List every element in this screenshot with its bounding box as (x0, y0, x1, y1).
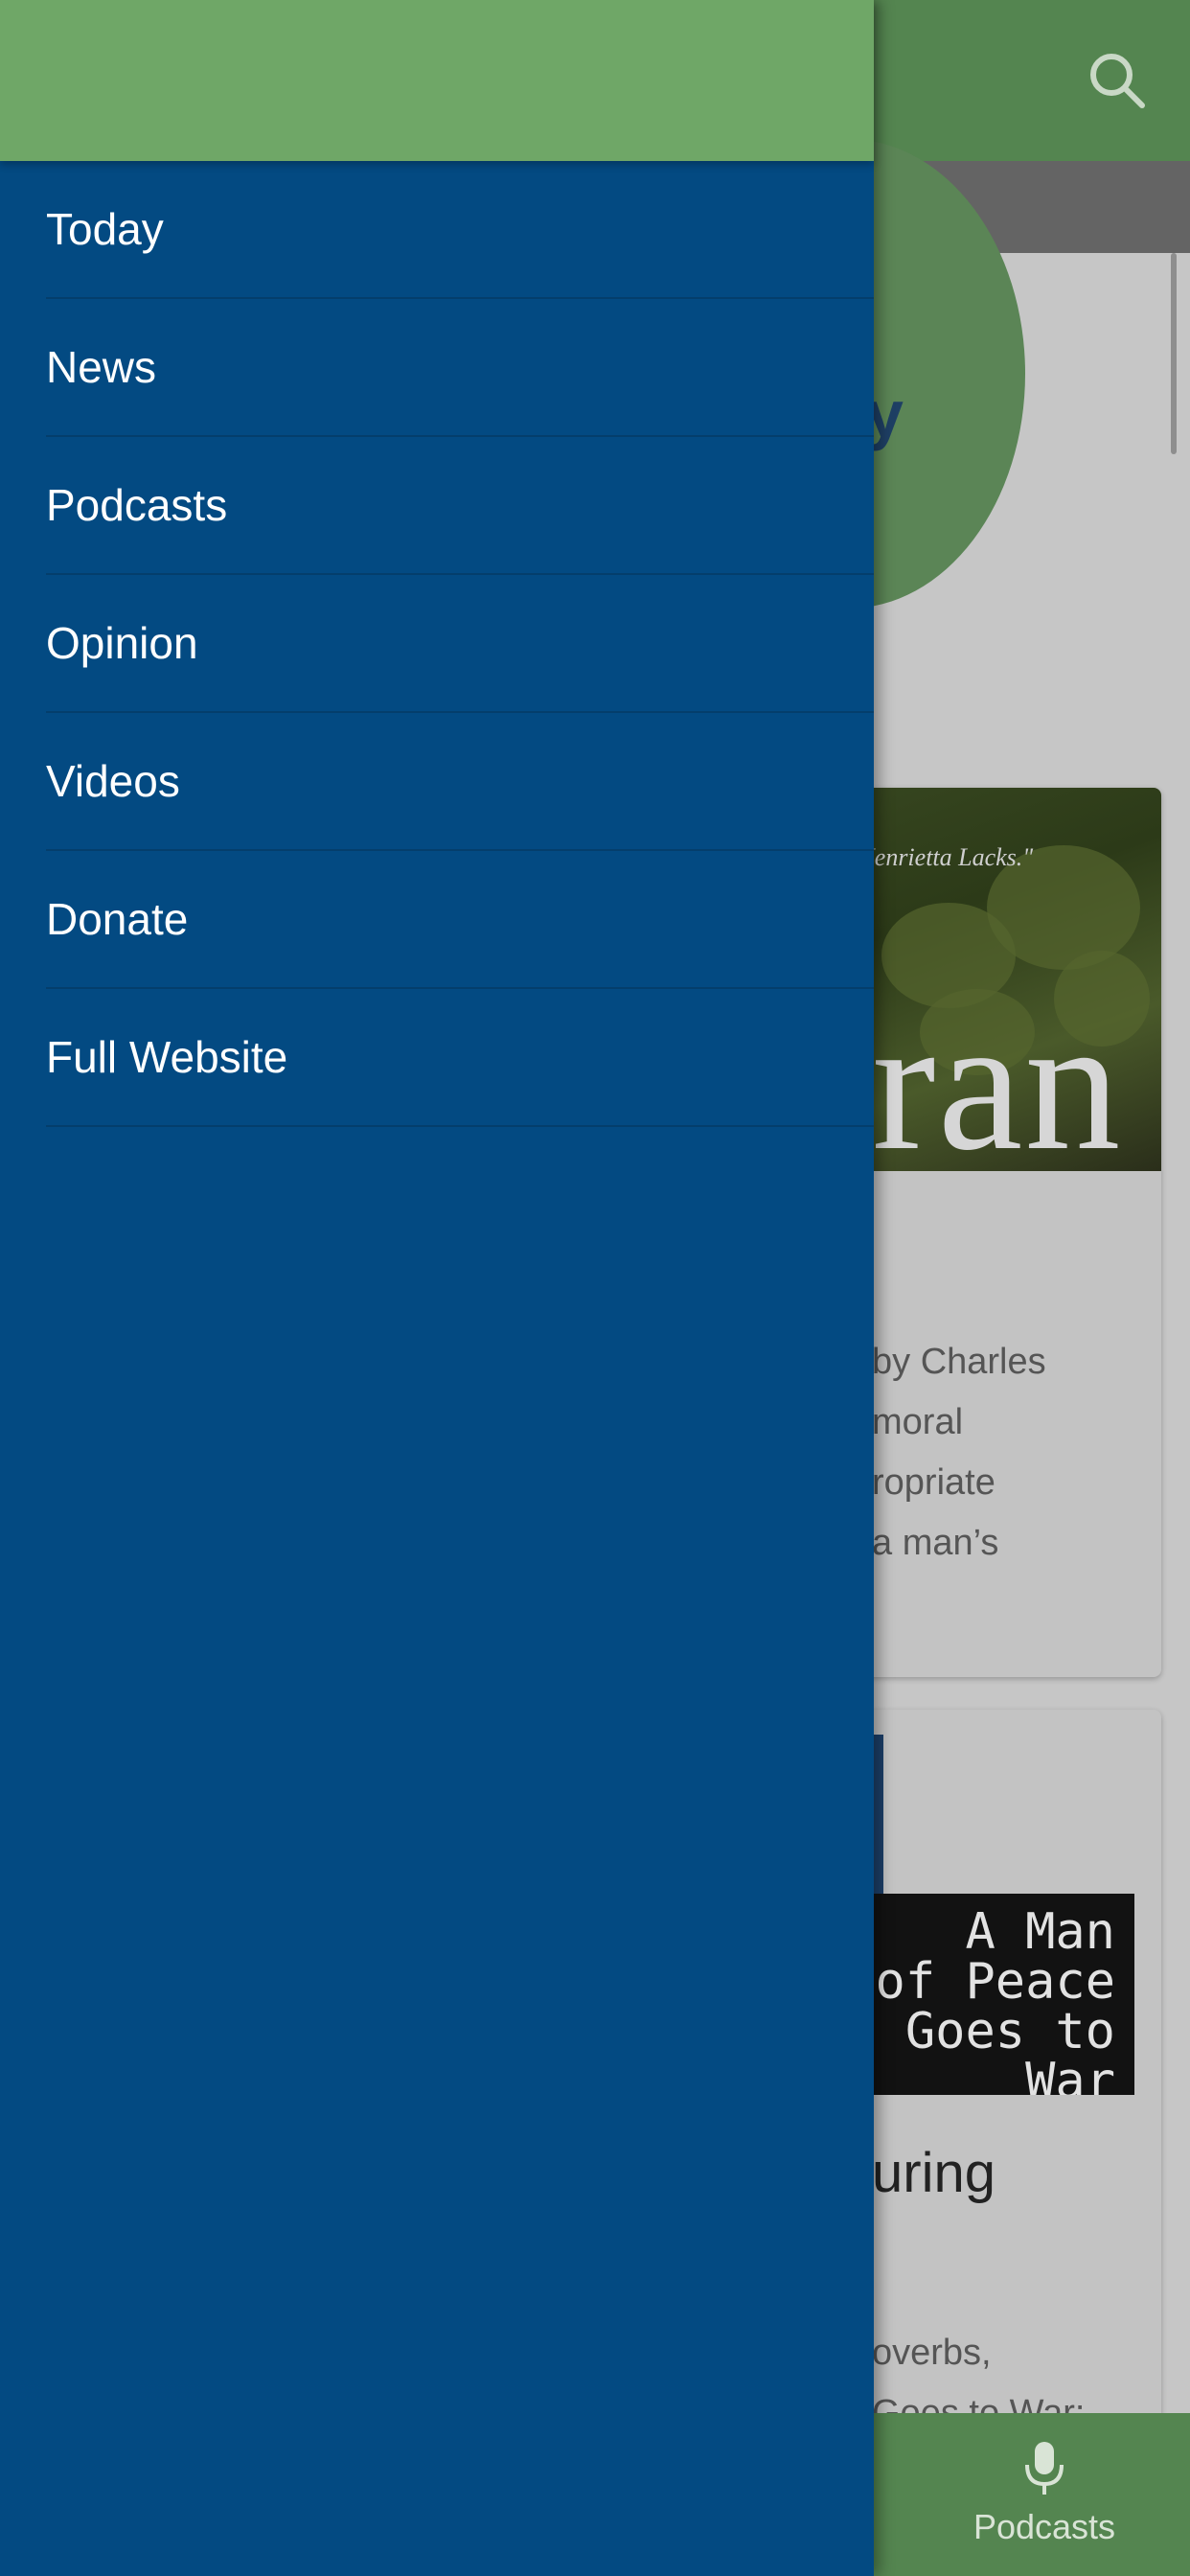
menu-item-label: Podcasts (46, 480, 228, 530)
menu-item-label: Donate (46, 894, 189, 944)
image-title: ran (872, 978, 1123, 1172)
search-icon (1090, 54, 1145, 108)
menu-item-podcasts[interactable]: Podcasts (46, 437, 874, 575)
menu-item-today[interactable]: Today (46, 161, 874, 299)
article-title: uring (872, 2142, 995, 2204)
article-snippet: by Charles moral ropriate a man’s (872, 1342, 1046, 1563)
menu-item-full-website[interactable]: Full Website (46, 989, 874, 1127)
drawer-menu: Today News Podcasts Opinion Videos Donat… (0, 161, 874, 1127)
menu-item-donate[interactable]: Donate (46, 851, 874, 989)
menu-item-news[interactable]: News (46, 299, 874, 437)
microphone-icon (1025, 2442, 1064, 2495)
menu-item-label: Today (46, 204, 164, 254)
book-cover-title: A Man of Peace Goes to War (875, 1903, 1115, 2095)
book-cover-image: A Man of Peace Goes to War (872, 1894, 1134, 2095)
menu-item-label: News (46, 342, 157, 392)
menu-item-videos[interactable]: Videos (46, 713, 874, 851)
navigation-drawer: Today News Podcasts Opinion Videos Donat… (0, 0, 874, 2576)
drawer-header (0, 0, 874, 161)
menu-item-label: Full Website (46, 1032, 288, 1082)
scrollbar[interactable] (1171, 253, 1177, 454)
menu-item-label: Opinion (46, 618, 198, 668)
menu-item-opinion[interactable]: Opinion (46, 575, 874, 713)
search-button[interactable] (1079, 42, 1156, 119)
tab-label: Podcasts (973, 2507, 1116, 2546)
image-quote: Henrietta Lacks." (857, 843, 1034, 871)
menu-item-label: Videos (46, 756, 180, 806)
tab-podcasts[interactable]: Podcasts (939, 2413, 1150, 2576)
